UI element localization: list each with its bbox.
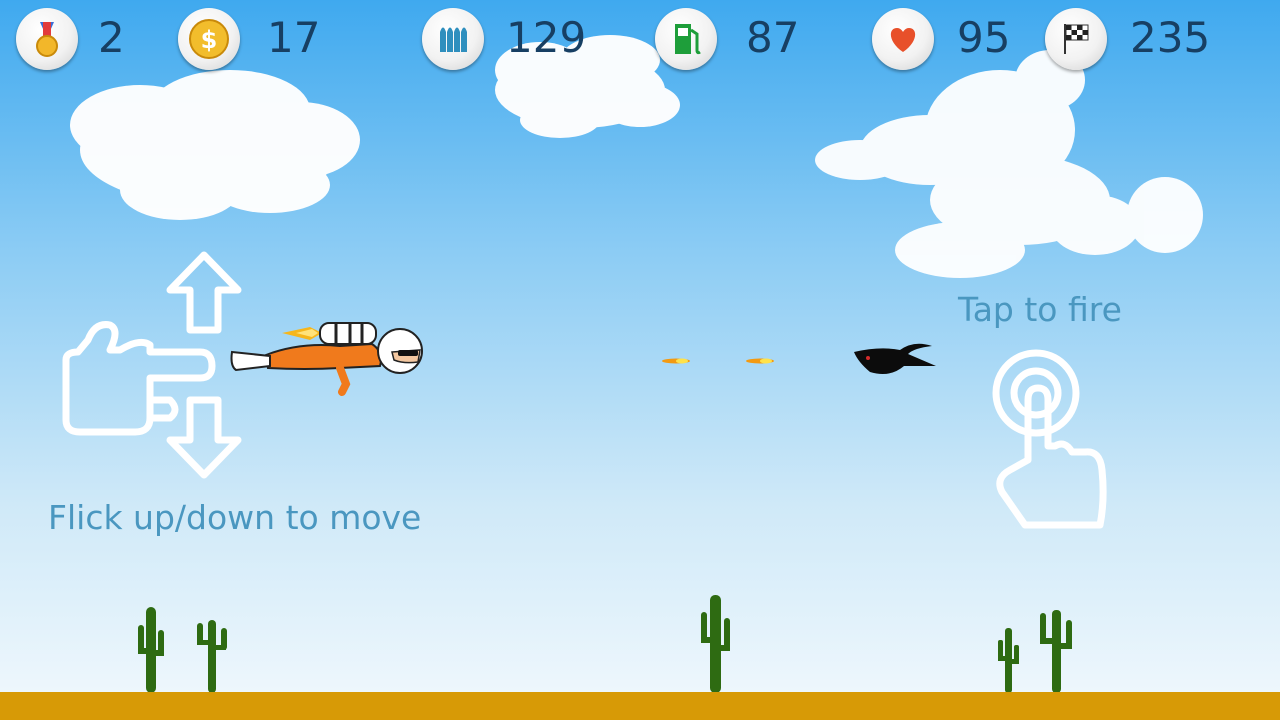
cactus [701, 595, 730, 693]
ground-strip [0, 692, 1280, 720]
cactus [138, 607, 164, 693]
cactus [998, 628, 1019, 693]
cactus [197, 620, 227, 693]
cactus-layer [138, 595, 1072, 693]
cactus [1040, 610, 1072, 693]
game-scene[interactable]: 2 $ 17 129 87 95 235 Flick up/down to mo… [0, 0, 1280, 720]
